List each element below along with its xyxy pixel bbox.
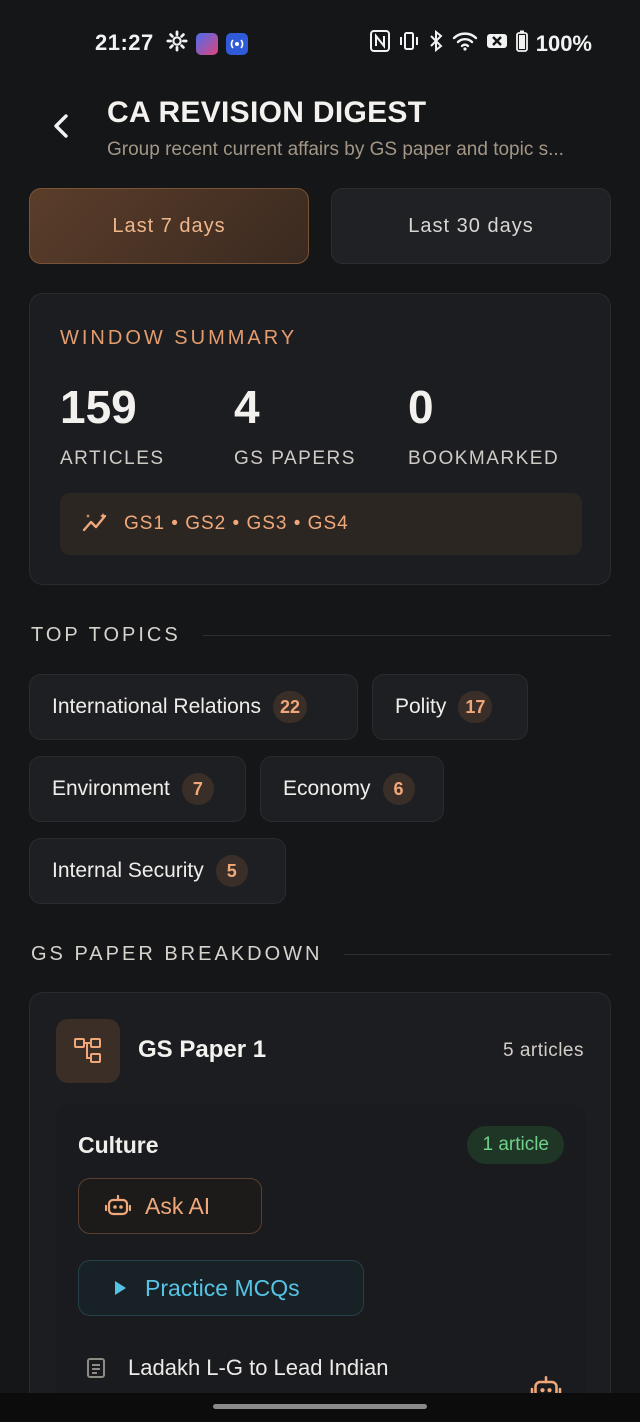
battery-level: 100% [535, 30, 592, 56]
page-subtitle: Group recent current affairs by GS paper… [107, 139, 564, 160]
ask-ai-button[interactable]: Ask AI [78, 1178, 262, 1234]
stat-value: 0 [408, 381, 434, 433]
window-summary-card: WINDOW SUMMARY 159 ARTICLES 4 GS PAPERS … [29, 293, 611, 585]
topic-group-culture: Culture 1 article Ask AI Practice MCQs L… [56, 1105, 586, 1422]
stat-value: 4 [234, 381, 260, 433]
topic-chip-polity[interactable]: Polity 17 [372, 674, 528, 740]
section-divider [344, 954, 611, 955]
topic-count: 17 [458, 691, 493, 723]
ask-ai-label: Ask AI [145, 1192, 211, 1219]
topic-chip-internal-security[interactable]: Internal Security 5 [29, 838, 286, 904]
topic-chip-environment[interactable]: Environment 7 [29, 756, 246, 822]
topic-count: 7 [181, 773, 214, 805]
vibrate-icon [398, 30, 420, 57]
wifi-icon [452, 30, 478, 57]
gs-paper-title: GS Paper 1 [138, 1036, 267, 1063]
nfc-icon [369, 30, 390, 57]
system-nav-bar [0, 1393, 640, 1422]
practice-mcqs-button[interactable]: Practice MCQs [78, 1260, 364, 1316]
topic-name: Environment [52, 777, 170, 800]
article-item[interactable]: Ladakh L-G to Lead Indian [86, 1355, 566, 1381]
topic-chip-international-relations[interactable]: International Relations 22 [29, 674, 358, 740]
stat-value: 159 [60, 381, 137, 433]
tab-last-30-days[interactable]: Last 30 days [331, 188, 611, 264]
article-title: Ladakh L-G to Lead Indian [128, 1355, 389, 1380]
section-label: TOP TOPICS [31, 624, 181, 646]
gs-paper-article-count: 5 articles [502, 1040, 584, 1061]
top-topics-heading: TOP TOPICS [31, 624, 611, 647]
play-icon [115, 1281, 126, 1295]
topic-chip-economy[interactable]: Economy 6 [260, 756, 444, 822]
status-time: 21:27 [95, 30, 154, 55]
gear-icon [166, 30, 188, 57]
document-icon [87, 1358, 105, 1378]
status-left-icons [166, 30, 248, 57]
signal-off-icon [486, 31, 508, 56]
robot-icon [105, 1194, 131, 1216]
section-label: GS PAPER BREAKDOWN [31, 943, 323, 965]
broadcast-icon [226, 32, 248, 55]
topic-count: 22 [272, 691, 307, 723]
practice-mcqs-label: Practice MCQs [145, 1274, 300, 1301]
gs-breakdown-heading: GS PAPER BREAKDOWN [31, 943, 611, 966]
gs-papers-list: GS1 • GS2 • GS3 • GS4 [124, 513, 349, 534]
section-divider [202, 635, 611, 636]
gesture-handle[interactable] [213, 1404, 427, 1409]
stat-label: ARTICLES [60, 448, 165, 469]
trend-sparkle-icon [82, 511, 110, 538]
status-right-icons: 100% [369, 29, 592, 57]
topic-count: 5 [215, 855, 248, 887]
hierarchy-icon [74, 1038, 101, 1063]
battery-icon [515, 30, 528, 57]
tab-last-7-days[interactable]: Last 7 days [29, 188, 309, 264]
article-count-badge: 1 article [467, 1126, 564, 1164]
stat-gs-papers: 4 GS PAPERS [234, 380, 356, 470]
gs-paper-card: GS Paper 1 5 articles Culture 1 article … [29, 992, 611, 1422]
app-icon [196, 32, 218, 55]
stat-bookmarked: 0 BOOKMARKED [408, 380, 559, 470]
back-button[interactable] [46, 110, 78, 142]
page-title: CA REVISION DIGEST [107, 96, 427, 129]
topic-group-name: Culture [78, 1132, 159, 1158]
topic-name: Polity [395, 695, 447, 718]
status-bar: 21:27 100% [0, 0, 640, 86]
stat-label: BOOKMARKED [408, 448, 560, 469]
stat-articles: 159 ARTICLES [60, 380, 165, 470]
gs-papers-chip: GS1 • GS2 • GS3 • GS4 [60, 493, 582, 555]
bluetooth-icon [428, 29, 444, 57]
topic-count: 6 [382, 773, 415, 805]
gs-paper-icon-box [56, 1019, 120, 1083]
stat-label: GS PAPERS [234, 448, 356, 469]
topic-name: International Relations [52, 695, 261, 718]
topic-name: Internal Security [52, 859, 204, 882]
topic-name: Economy [283, 777, 371, 800]
chevron-left-icon [54, 114, 68, 138]
summary-label: WINDOW SUMMARY [60, 327, 298, 349]
